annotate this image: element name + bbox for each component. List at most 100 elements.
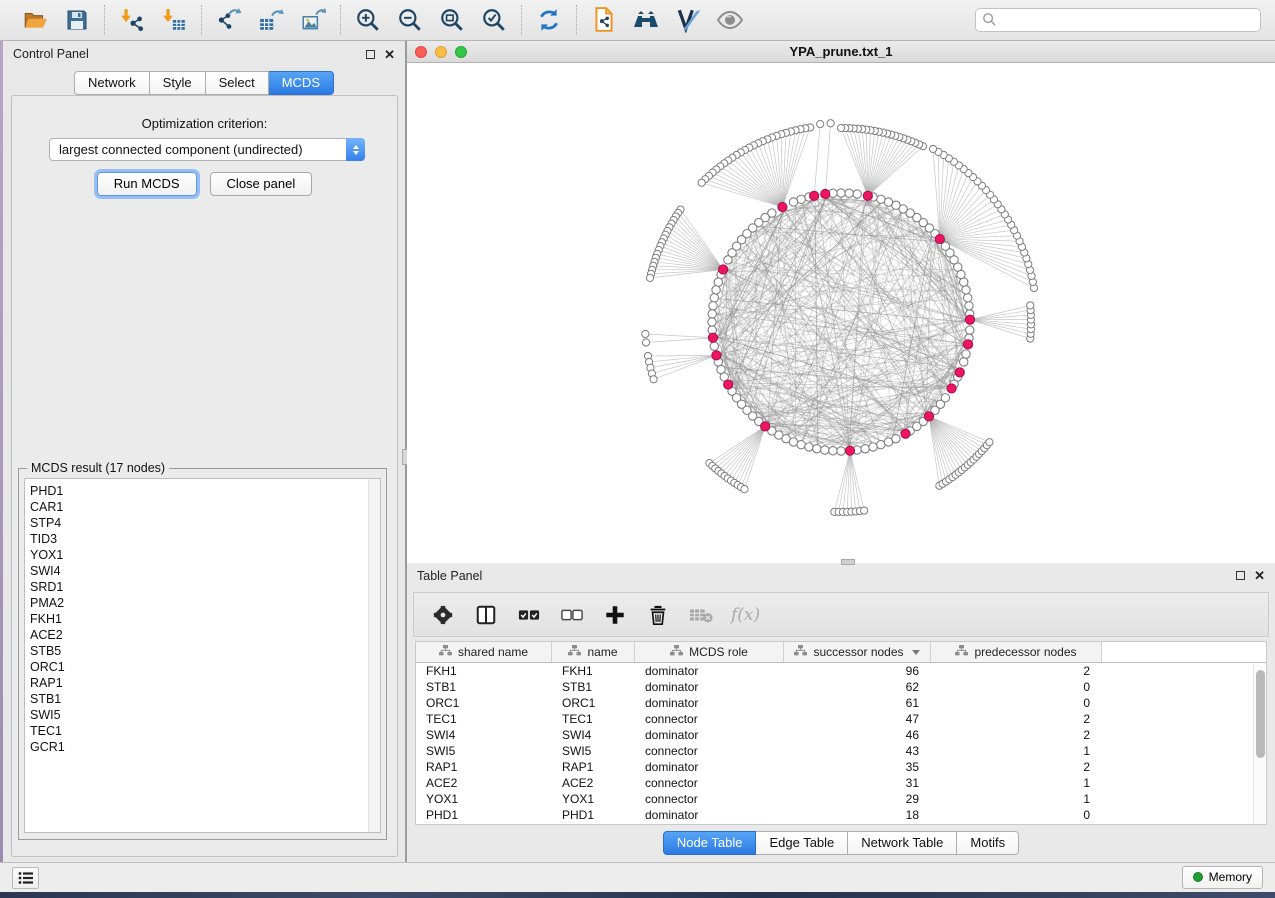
- table-row[interactable]: SWI5SWI5connector431: [416, 743, 1266, 759]
- graph-node[interactable]: [845, 446, 854, 455]
- close-table-panel-icon[interactable]: ✕: [1254, 571, 1265, 580]
- table-row[interactable]: YOX1YOX1connector291: [416, 791, 1266, 807]
- graph-node[interactable]: [642, 339, 649, 346]
- graph-node[interactable]: [955, 368, 964, 377]
- mcds-result-item[interactable]: PMA2: [30, 595, 380, 611]
- tab-style[interactable]: Style: [150, 71, 206, 95]
- export-table-icon[interactable]: [257, 6, 285, 34]
- table-row[interactable]: RAP1RAP1dominator352: [416, 759, 1266, 775]
- graph-node[interactable]: [712, 351, 721, 360]
- column-header-shared-name[interactable]: shared name: [416, 642, 552, 662]
- column-header-successor-nodes[interactable]: successor nodes: [784, 642, 931, 662]
- import-network-icon[interactable]: [118, 6, 146, 34]
- graph-node[interactable]: [962, 286, 970, 294]
- graph-node[interactable]: [710, 294, 718, 302]
- graph-node[interactable]: [877, 195, 885, 203]
- graph-node[interactable]: [963, 340, 972, 349]
- tab-mcds[interactable]: MCDS: [269, 71, 334, 95]
- graph-node[interactable]: [837, 447, 845, 455]
- graph-node[interactable]: [892, 435, 900, 443]
- graph-node[interactable]: [845, 189, 853, 197]
- graph-node[interactable]: [761, 422, 770, 431]
- export-image-icon[interactable]: [299, 6, 327, 34]
- tab-node-table[interactable]: Node Table: [663, 831, 757, 855]
- graph-node[interactable]: [965, 302, 973, 310]
- delete-table-icon[interactable]: [688, 602, 714, 628]
- search-objects-icon[interactable]: [632, 6, 660, 34]
- tab-select[interactable]: Select: [206, 71, 269, 95]
- graph-node[interactable]: [901, 429, 910, 438]
- graph-node[interactable]: [708, 310, 716, 318]
- open-network-file-icon[interactable]: [590, 6, 618, 34]
- graph-node[interactable]: [810, 191, 819, 200]
- run-mcds-button[interactable]: Run MCDS: [97, 172, 197, 196]
- graph-node[interactable]: [712, 286, 720, 294]
- graph-node[interactable]: [947, 384, 956, 393]
- zoom-out-icon[interactable]: [396, 6, 424, 34]
- graph-node[interactable]: [861, 507, 868, 514]
- select-all-icon[interactable]: [516, 602, 542, 628]
- graph-node[interactable]: [853, 190, 861, 198]
- graph-node[interactable]: [821, 446, 829, 454]
- graph-node[interactable]: [741, 486, 748, 493]
- tab-network-table[interactable]: Network Table: [848, 831, 957, 855]
- maximize-window-icon[interactable]: [455, 46, 467, 58]
- graph-node[interactable]: [861, 445, 869, 453]
- mcds-result-item[interactable]: STB1: [30, 691, 380, 707]
- graph-node[interactable]: [863, 191, 872, 200]
- memory-button[interactable]: Memory: [1182, 866, 1263, 889]
- show-hide-graphics-icon[interactable]: [716, 6, 744, 34]
- import-table-icon[interactable]: [160, 6, 188, 34]
- mcds-result-item[interactable]: SWI5: [30, 707, 380, 723]
- criterion-dropdown[interactable]: largest connected component (undirected): [49, 138, 365, 161]
- mcds-result-item[interactable]: TID3: [30, 531, 380, 547]
- graph-node[interactable]: [714, 278, 722, 286]
- close-panel-button[interactable]: Close panel: [210, 172, 313, 196]
- function-builder-icon[interactable]: f(x): [731, 605, 760, 625]
- graph-node[interactable]: [935, 234, 944, 243]
- graph-node[interactable]: [646, 274, 653, 281]
- graph-node[interactable]: [869, 443, 877, 451]
- graph-node[interactable]: [929, 145, 936, 152]
- add-column-icon[interactable]: [602, 602, 628, 628]
- mcds-result-item[interactable]: ACE2: [30, 627, 380, 643]
- deselect-all-icon[interactable]: [559, 602, 585, 628]
- delete-column-icon[interactable]: [645, 602, 671, 628]
- graph-node[interactable]: [986, 439, 993, 446]
- graph-node[interactable]: [966, 326, 974, 334]
- mcds-result-item[interactable]: STB5: [30, 643, 380, 659]
- zoom-in-icon[interactable]: [354, 6, 382, 34]
- column-header-name[interactable]: name: [552, 642, 635, 662]
- close-window-icon[interactable]: [415, 46, 427, 58]
- graph-node[interactable]: [959, 358, 967, 366]
- mcds-result-item[interactable]: STP4: [30, 515, 380, 531]
- graph-node[interactable]: [964, 294, 972, 302]
- graph-node[interactable]: [837, 124, 844, 131]
- mcds-result-item[interactable]: RAP1: [30, 675, 380, 691]
- mcds-result-item[interactable]: GCR1: [30, 739, 380, 755]
- graph-node[interactable]: [941, 394, 949, 402]
- mcds-result-item[interactable]: PHD1: [30, 483, 380, 499]
- graph-node[interactable]: [817, 120, 824, 127]
- mcds-result-item[interactable]: SRD1: [30, 579, 380, 595]
- graph-node[interactable]: [821, 189, 830, 198]
- graph-node[interactable]: [789, 198, 797, 206]
- graph-node[interactable]: [719, 265, 728, 274]
- graph-node[interactable]: [965, 315, 974, 324]
- mcds-list-scrollbar[interactable]: [368, 479, 380, 832]
- horizontal-splitter-handle[interactable]: [841, 559, 855, 565]
- zoom-selected-icon[interactable]: [480, 6, 508, 34]
- graph-node[interactable]: [962, 350, 970, 358]
- graph-node[interactable]: [650, 376, 657, 383]
- table-row[interactable]: ORC1ORC1dominator610: [416, 695, 1266, 711]
- graph-node[interactable]: [708, 318, 716, 326]
- search-input[interactable]: [975, 8, 1261, 32]
- mcds-result-item[interactable]: TEC1: [30, 723, 380, 739]
- mcds-result-item[interactable]: ORC1: [30, 659, 380, 675]
- float-panel-icon[interactable]: [366, 50, 375, 59]
- graph-node[interactable]: [837, 189, 845, 197]
- graph-node[interactable]: [924, 412, 933, 421]
- save-session-icon[interactable]: [63, 6, 91, 34]
- graph-node[interactable]: [724, 256, 732, 264]
- graph-node[interactable]: [829, 447, 837, 455]
